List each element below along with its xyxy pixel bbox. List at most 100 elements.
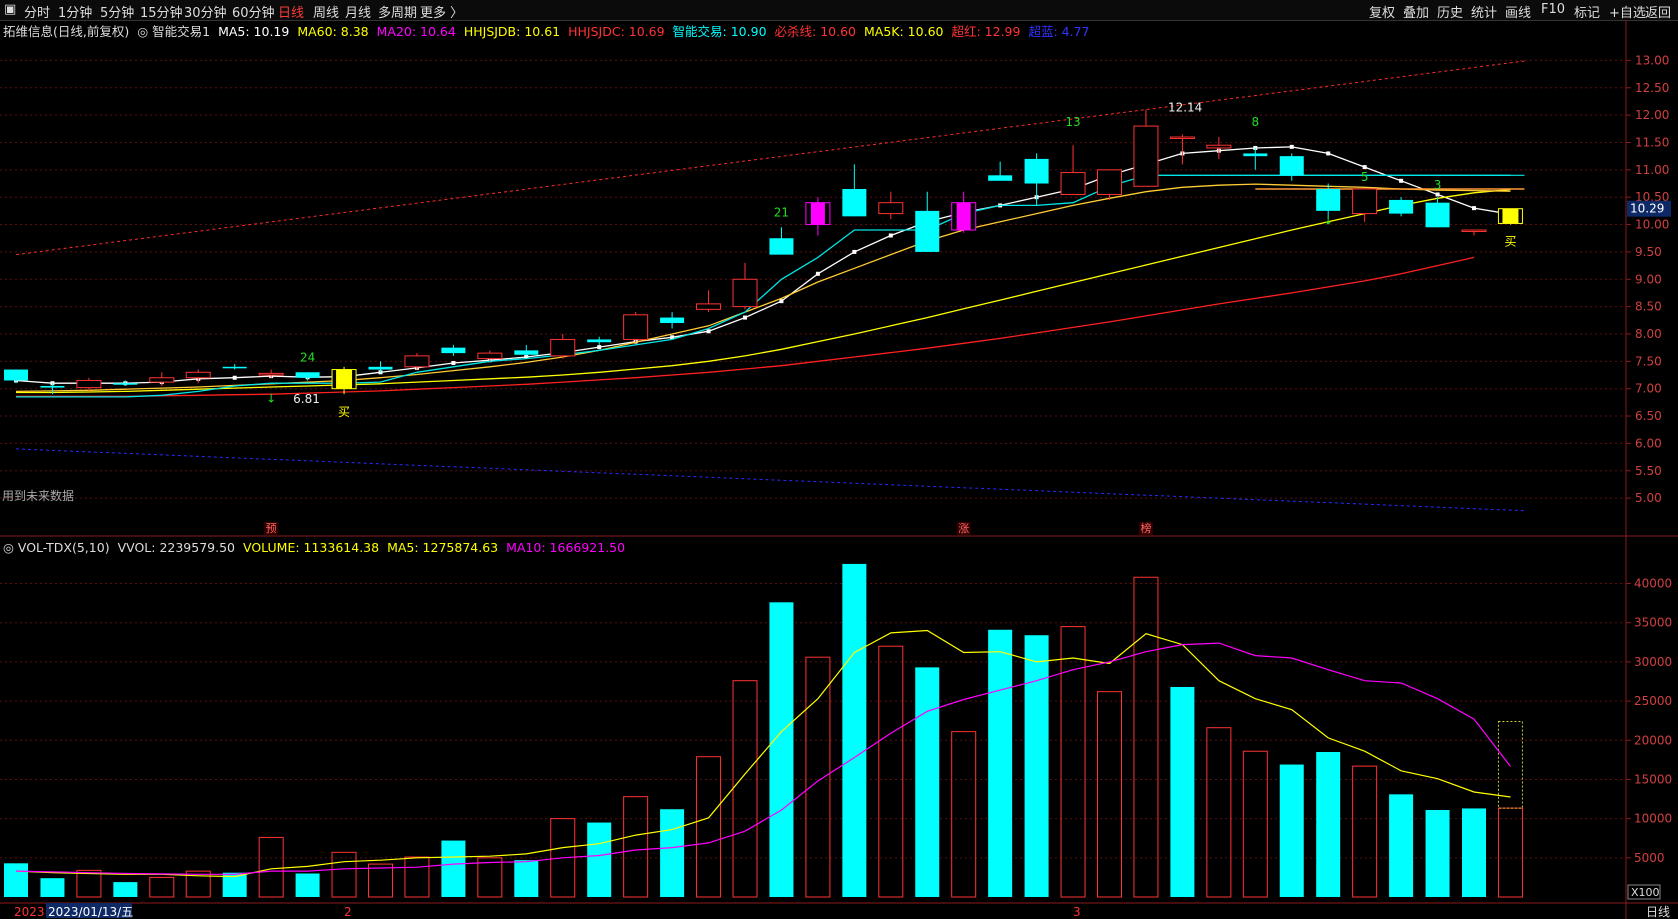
vol-bar-26 [951,731,977,898]
vol-bar-41 [1497,807,1523,898]
candle-body-21 [769,238,794,255]
vol-bar-8 [295,873,320,897]
vol-legend-item-1: VVOL: 2239579.50 [118,540,235,555]
main-legend-item-5: HHJSJDB: 10.61 [464,24,560,39]
period-label: 日线 [1646,905,1670,919]
window-icon[interactable]: ▣ [4,2,16,17]
ma5-dot-40 [1472,206,1476,211]
period-tab-10[interactable]: 更多 〉 [420,2,463,21]
vol-bar-1 [40,878,65,897]
vol-bar-21 [769,602,794,897]
vol-bar-36 [1316,752,1341,897]
toolbar-button-6[interactable]: 标记 [1574,2,1600,21]
candle-body-34 [1243,153,1268,157]
main-legend-item-8: 必杀线: 10.60 [775,24,857,39]
ma5-dot-35 [1289,144,1294,149]
ma5-dot-36 [1326,151,1331,156]
candle-body-10 [368,366,393,370]
candle-body-20 [732,278,758,308]
vol-bar-17 [623,796,649,898]
vol-bar-4 [149,876,175,898]
price-tick-label-2: 12.00 [1635,108,1669,122]
vol-bar-22 [805,656,831,898]
candle-body-37 [1352,188,1378,215]
price-tick-label-0: 13.00 [1635,53,1669,67]
price-tick-label-12: 7.00 [1635,382,1662,396]
vol-unit-label: X100 [1631,886,1660,899]
vol-bar-20 [732,680,758,898]
candle-body-14 [514,350,539,355]
vol-bar-35 [1279,764,1304,897]
period-tab-7[interactable]: 周线 [313,2,339,21]
period-tab-5[interactable]: 60分钟 [232,2,275,21]
ma5-dot-12 [451,360,456,365]
toolbar-button-4[interactable]: 画线 [1505,2,1531,21]
candle-body-29 [1060,172,1086,195]
marker-1: 涨 [958,522,969,535]
toolbar-button-0[interactable]: 复权 [1369,2,1395,21]
vol-tick-label-2: 30000 [1634,655,1672,669]
period-tab-8[interactable]: 月线 [345,2,371,21]
vol-bar-27 [988,629,1013,897]
low-price-label: 6.81 [293,392,320,406]
x-label-1: 2023/01/13/五 [48,905,133,919]
ma5-dot-24 [888,233,893,238]
vol-bar-13 [477,857,503,898]
period-tab-2[interactable]: 5分钟 [100,2,134,21]
candle-fill-9 [336,369,353,389]
toolbar-button-1[interactable]: 叠加 [1403,2,1429,21]
period-tab-3[interactable]: 15分钟 [140,2,183,21]
toolbar-button-5[interactable]: F10 [1541,2,1565,17]
candle-body-5 [185,371,211,379]
period-tab-1[interactable]: 1分钟 [58,2,92,21]
ma5-dot-21 [779,299,784,304]
period-tab-0[interactable]: 分时 [24,2,50,21]
price-tick-label-14: 6.00 [1635,436,1662,450]
period-tab-9[interactable]: 多周期 [378,2,417,21]
price-tick-label-16: 5.00 [1635,491,1662,505]
price-tick-label-4: 11.00 [1635,163,1669,177]
candle-body-17 [623,314,649,340]
period-tab-4[interactable]: 30分钟 [184,2,227,21]
candle-body-19 [696,303,722,310]
candle-body-3 [113,383,138,385]
vol-tick-label-4: 20000 [1634,733,1672,747]
vol-tick-label-6: 10000 [1634,812,1672,826]
main-legend-item-3: MA60: 8.38 [297,24,368,39]
candle-body-6 [222,366,247,369]
price-tick-label-8: 9.00 [1635,272,1662,286]
vol-bar-39 [1425,810,1450,897]
ma5-dot-37 [1362,165,1367,170]
main-legend-item-11: 超蓝: 4.77 [1028,24,1089,39]
candle-fill-26 [956,202,971,231]
ma-line-2 [16,188,1511,394]
ma-line-3 [15,183,1511,393]
price-tick-label-13: 6.50 [1635,409,1662,423]
vol-bar-23 [842,563,867,897]
toolbar-button-8[interactable]: 返回 [1645,2,1671,21]
signal-number-2: 13 [1065,115,1080,129]
vol-bar-0 [4,863,28,897]
toolbar-button-3[interactable]: 统计 [1471,2,1497,21]
period-tab-6[interactable]: 日线 [278,2,304,21]
price-tick-label-9: 8.50 [1635,300,1662,314]
signal-number-0: 24 [300,350,315,364]
vol-bar-40 [1462,808,1486,897]
signal-number-4: 5 [1361,170,1369,184]
toolbar-button-2[interactable]: 历史 [1437,2,1463,21]
main-legend-item-0: 拓维信息(日线,前复权) [3,24,129,39]
vol-bar-2 [76,869,102,898]
signal-number-3: 8 [1251,115,1259,129]
toolbar-button-7[interactable]: +自选 [1609,2,1646,21]
ma5-dot-38 [1399,178,1404,183]
signal-number-5: 3 [1434,178,1442,192]
ma5-dot-16 [597,345,602,350]
signal-number-1: 21 [774,205,789,219]
candle-body-25 [915,210,940,252]
vol-legend-item-0: ◎ VOL-TDX(5,10) [3,540,110,555]
vol-bar-38 [1389,794,1414,897]
candle-body-8 [295,372,320,378]
candle-body-11 [404,355,430,368]
vol-tick-label-5: 15000 [1634,772,1672,786]
marker-2: 榜 [1140,521,1151,535]
